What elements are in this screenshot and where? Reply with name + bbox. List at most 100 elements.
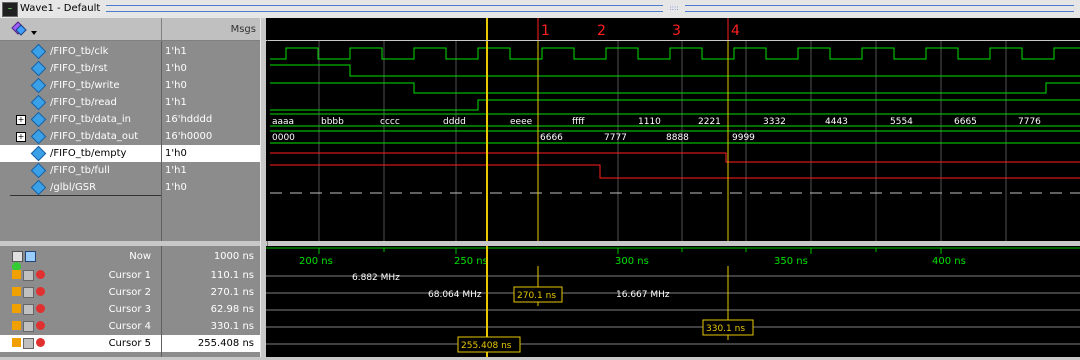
signal-row-data-in[interactable]: + /FIFO_tb/data_in <box>0 111 161 128</box>
freq-label: 68.064 MHz <box>428 290 482 300</box>
signal-name: /FIFO_tb/rst <box>50 63 108 74</box>
data-in-value: 4443 <box>825 117 848 127</box>
data-out-value: 0000 <box>272 133 295 143</box>
signal-row-gsr[interactable]: /glbl/GSR <box>0 179 161 196</box>
signal-diamond-icon <box>30 145 47 162</box>
signal-diamond-icon <box>30 128 47 145</box>
window-title: Wave1 - Default <box>20 3 101 14</box>
cursor-value: 270.1 ns <box>210 287 254 298</box>
cursor-row-1[interactable]: Cursor 1 <box>0 267 161 284</box>
time-tick: 350 ns <box>774 256 808 267</box>
signal-diamond-icon <box>30 43 47 60</box>
signal-value: 1'h1 <box>165 46 187 57</box>
lock-icon[interactable] <box>12 338 21 347</box>
delete-cursor-icon[interactable] <box>36 287 45 296</box>
delete-cursor-icon[interactable] <box>36 321 45 330</box>
wrench-icon[interactable] <box>23 321 34 332</box>
signal-name: /FIFO_tb/write <box>50 80 120 91</box>
signal-values: 1'h1 1'h0 1'h0 1'h1 16'hdddd 16'h0000 1'… <box>162 41 260 241</box>
cursor-label: Cursor 5 <box>108 338 151 349</box>
data-in-value: 1110 <box>638 117 661 127</box>
delete-cursor-icon[interactable] <box>36 304 45 313</box>
signal-row-rst[interactable]: /FIFO_tb/rst <box>0 60 161 77</box>
window-titlebar[interactable]: ~ Wave1 - Default :::: <box>0 0 1080 19</box>
cursor-add-icon[interactable] <box>25 251 36 262</box>
delete-cursor-icon[interactable] <box>36 338 45 347</box>
cursor-list: Now Cursor 1 Cursor 2 Cursor 3 Cursor 4 … <box>0 246 162 357</box>
cursor-5-tag[interactable]: 255.408 ns <box>461 341 512 351</box>
signal-row-write[interactable]: /FIFO_tb/write <box>0 77 161 94</box>
cursor-row-4[interactable]: Cursor 4 <box>0 318 161 335</box>
signal-value: 1'h1 <box>165 165 187 176</box>
now-row: Now <box>0 248 161 271</box>
read-wave <box>270 99 1080 111</box>
drag-handle-icon[interactable]: :::: <box>663 4 685 12</box>
delete-cursor-icon[interactable] <box>36 270 45 279</box>
wave-window-icon: ~ <box>2 2 18 17</box>
signal-row-read[interactable]: /FIFO_tb/read <box>0 94 161 111</box>
signal-diamond-icon <box>30 179 47 196</box>
signal-row-empty[interactable]: /FIFO_tb/empty <box>0 145 161 162</box>
waveform-svg: aaaa bbbb cccc dddd eeee ffff 1110 2221 … <box>270 41 1080 241</box>
cursor-2-tag[interactable]: 270.1 ns <box>517 291 556 301</box>
marker-4[interactable]: 4 <box>731 23 740 39</box>
signal-add-icon[interactable] <box>10 20 40 38</box>
waveform-canvas[interactable]: aaaa bbbb cccc dddd eeee ffff 1110 2221 … <box>266 41 1080 241</box>
marker-3[interactable]: 3 <box>672 23 681 39</box>
wrench-icon[interactable] <box>23 270 34 281</box>
cursor-label: Cursor 2 <box>108 287 151 298</box>
cursor-row-2[interactable]: Cursor 2 <box>0 284 161 301</box>
rst-wave <box>270 64 1080 77</box>
data-in-value: 2221 <box>698 117 721 127</box>
signal-name: /FIFO_tb/data_out <box>50 131 139 142</box>
signal-name: /glbl/GSR <box>50 182 97 193</box>
signal-name: /FIFO_tb/clk <box>50 46 109 57</box>
signal-name: /FIFO_tb/data_in <box>50 114 131 125</box>
cursor-row-5[interactable]: Cursor 5 <box>0 335 161 352</box>
wrench-icon[interactable] <box>23 287 34 298</box>
msgs-label: Msgs <box>230 24 256 35</box>
data-in-value: 3332 <box>763 117 786 127</box>
freq-label: 16.667 MHz <box>616 290 670 300</box>
lock-icon[interactable] <box>12 304 21 313</box>
signal-name: /FIFO_tb/read <box>50 97 117 108</box>
expand-icon[interactable]: + <box>16 115 26 125</box>
messages-header: Msgs <box>162 18 260 41</box>
cursor-value: 62.98 ns <box>210 304 254 315</box>
data-out-value: 6666 <box>540 133 563 143</box>
marker-1[interactable]: 1 <box>541 23 550 39</box>
signal-diamond-icon <box>30 162 47 179</box>
signal-value: 16'h0000 <box>165 131 213 142</box>
cursor-edit-icon[interactable] <box>12 251 23 262</box>
wrench-icon[interactable] <box>23 338 34 349</box>
titlebar-grip[interactable] <box>106 5 1074 12</box>
data-in-value: 5554 <box>890 117 913 127</box>
divider <box>10 195 161 196</box>
time-tick: 200 ns <box>299 256 333 267</box>
data-out-value: 7777 <box>604 133 627 143</box>
lock-icon[interactable] <box>12 321 21 330</box>
signal-row-data-out[interactable]: + /FIFO_tb/data_out <box>0 128 161 145</box>
cursor-4-tag[interactable]: 330.1 ns <box>706 324 745 334</box>
signal-value: 1'h0 <box>165 63 187 74</box>
cursor-value: 255.408 ns <box>162 335 260 352</box>
signal-row-clk[interactable]: /FIFO_tb/clk <box>0 43 161 60</box>
lock-icon[interactable] <box>12 270 21 279</box>
lock-icon[interactable] <box>12 287 21 296</box>
data-in-value: ffff <box>572 117 585 127</box>
expand-icon[interactable]: + <box>16 132 26 142</box>
data-in-value: 7776 <box>1018 117 1041 127</box>
data-in-value: eeee <box>510 117 533 127</box>
cursor-label: Cursor 3 <box>108 304 151 315</box>
empty-wave <box>270 152 1080 163</box>
freq-label: 6.882 MHz <box>352 273 400 283</box>
data-out-value: 8888 <box>666 133 689 143</box>
cursor-row-3[interactable]: Cursor 3 <box>0 301 161 318</box>
signal-value: 1'h0 <box>165 182 187 193</box>
signal-row-full[interactable]: /FIFO_tb/full <box>0 162 161 179</box>
wrench-icon[interactable] <box>23 304 34 315</box>
full-wave <box>270 164 1080 179</box>
cursor-timeline[interactable]: 200 ns 250 ns 300 ns 350 ns 400 ns 6.882… <box>266 246 1080 357</box>
data-in-value: cccc <box>380 117 400 127</box>
marker-2[interactable]: 2 <box>597 23 606 39</box>
